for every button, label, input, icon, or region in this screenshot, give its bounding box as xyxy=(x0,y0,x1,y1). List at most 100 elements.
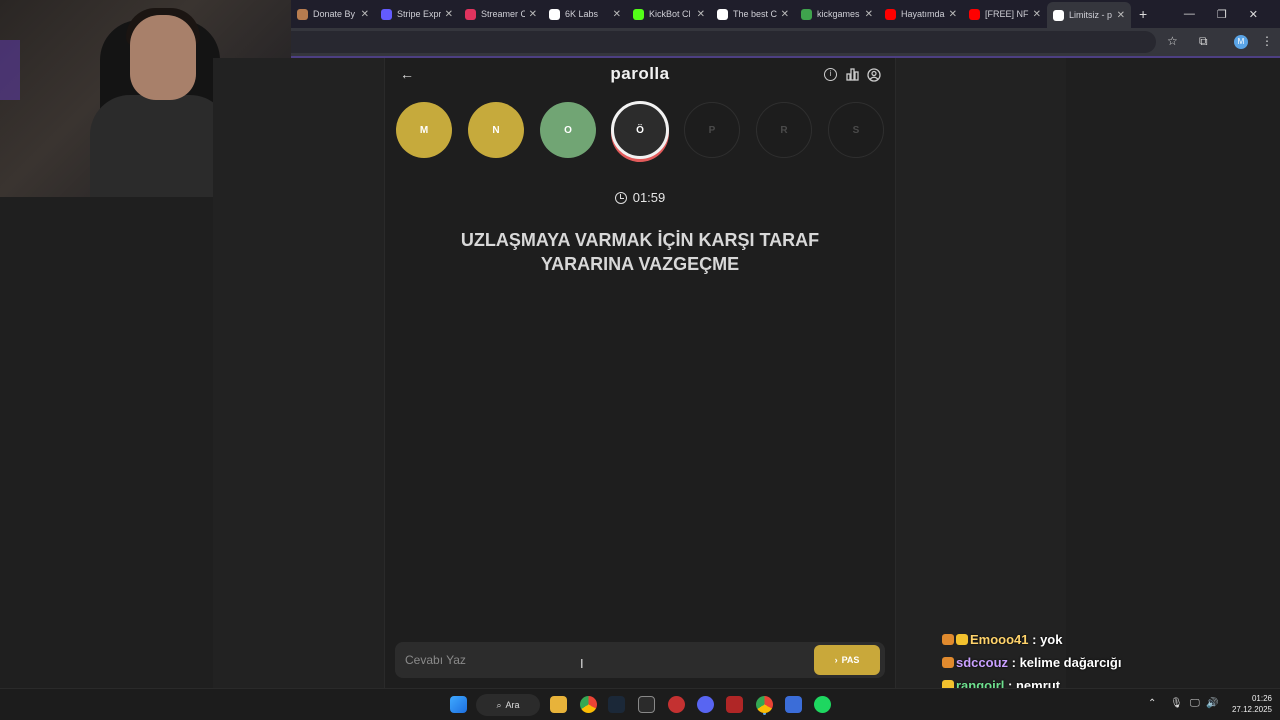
chrome-active-icon[interactable] xyxy=(756,696,773,713)
tab-title: 6K Labs xyxy=(565,9,599,19)
account-icon[interactable] xyxy=(867,68,881,82)
answer-box: › PAS xyxy=(395,642,885,678)
windows-taskbar: ⌕ Ara ⌃ 🎙 🖵 🔊 01:26 27.12.2025 xyxy=(0,688,1280,720)
chat-username: Emooo41 xyxy=(970,632,1029,647)
epic-games-icon[interactable] xyxy=(638,696,655,713)
pass-label: PAS xyxy=(841,655,860,665)
page-left-background xyxy=(0,197,213,688)
tab-close-icon[interactable]: ✕ xyxy=(1117,10,1125,21)
chat-badge-icon xyxy=(942,657,954,668)
browser-tab[interactable]: Donate By ✕ xyxy=(291,2,375,26)
tab-title: Donate By xyxy=(313,9,356,19)
restore-icon[interactable]: ❐ xyxy=(1217,8,1227,21)
chrome-icon[interactable] xyxy=(580,696,597,713)
info-icon[interactable]: i xyxy=(824,68,837,81)
file-explorer-icon[interactable] xyxy=(550,696,567,713)
tab-close-icon[interactable]: ✕ xyxy=(781,9,789,20)
app-icon[interactable] xyxy=(668,696,685,713)
chat-text: kelime dağarcığı xyxy=(1019,655,1122,670)
minimize-icon[interactable]: — xyxy=(1184,8,1195,21)
app-title: parolla xyxy=(610,64,670,83)
chat-badge-icon xyxy=(942,634,954,645)
page-right-background xyxy=(1066,58,1280,688)
discord-icon[interactable] xyxy=(697,696,714,713)
browser-toolbar: ☆ ⧉ M ⋮ xyxy=(291,28,1280,56)
tab-close-icon[interactable]: ✕ xyxy=(949,9,957,20)
browser-tab[interactable]: KickBot Cl ✕ xyxy=(627,2,711,26)
clock-icon xyxy=(614,192,627,204)
text-cursor-icon: I xyxy=(580,656,584,671)
tab-favicon-icon xyxy=(969,8,980,20)
back-arrow-icon[interactable]: ← xyxy=(400,66,414,82)
answer-input[interactable] xyxy=(395,642,805,678)
tab-title: Stripe Expr xyxy=(397,9,441,19)
screen: Donate By ✕ Stripe Expr ✕ Streamer C ✕ 6K Labs… xyxy=(0,0,1280,720)
browser-tab[interactable]: Hayatımda ✕ xyxy=(879,2,963,26)
timer-value: 01:59 xyxy=(632,190,666,205)
tab-close-icon[interactable]: ✕ xyxy=(361,9,369,20)
stats-icon[interactable] xyxy=(846,68,859,81)
start-menu-icon[interactable] xyxy=(450,696,467,713)
tab-favicon-icon xyxy=(633,8,644,20)
network-app-icon[interactable] xyxy=(785,696,802,713)
tab-close-icon[interactable]: ✕ xyxy=(445,9,453,20)
system-clock[interactable]: 01:26 27.12.2025 xyxy=(1222,693,1272,715)
search-icon: ⌕ xyxy=(496,699,502,710)
tab-close-icon[interactable]: ✕ xyxy=(865,9,873,20)
browser-tab[interactable]: Stripe Expr ✕ xyxy=(375,2,459,26)
clock-time: 01:26 xyxy=(1251,694,1272,703)
volume-icon[interactable]: 🔊 xyxy=(1206,698,1218,709)
tab-favicon-icon xyxy=(717,8,728,20)
question-text: UZLAŞMAYA VARMAK İÇİN KARŞI TARAF YARARI… xyxy=(460,230,820,274)
tab-title: The best C xyxy=(733,9,777,19)
extensions-icon[interactable]: ⧉ xyxy=(1199,34,1208,49)
letter-wheel: MNOÖPRS xyxy=(396,101,886,162)
close-window-icon[interactable]: ✕ xyxy=(1249,8,1258,21)
address-bar[interactable] xyxy=(291,31,1156,53)
chat-separator: : xyxy=(1028,632,1041,647)
video-editor-icon[interactable] xyxy=(726,696,743,713)
tab-close-icon[interactable]: ✕ xyxy=(1033,9,1041,20)
timer: 01:59 xyxy=(540,190,740,205)
browser-tab-strip: Donate By ✕ Stripe Expr ✕ Streamer C ✕ 6K Labs… xyxy=(291,0,1280,28)
tab-favicon-icon xyxy=(1053,9,1064,21)
tray-chevron-icon[interactable]: ⌃ xyxy=(1148,698,1156,709)
tab-favicon-icon xyxy=(297,8,308,20)
tab-title: Limitsiz - p xyxy=(1069,10,1113,20)
new-tab-button[interactable]: + xyxy=(1139,6,1147,22)
steam-icon[interactable] xyxy=(608,696,625,713)
tab-close-icon[interactable]: ✕ xyxy=(613,9,621,20)
taskbar-search[interactable]: ⌕ Ara xyxy=(476,694,540,716)
tab-favicon-icon xyxy=(801,8,812,20)
browser-tab[interactable]: Streamer C ✕ xyxy=(459,2,543,26)
bookmark-star-icon[interactable]: ☆ xyxy=(1167,34,1178,48)
browser-tab[interactable]: The best C ✕ xyxy=(711,2,795,26)
tab-favicon-icon xyxy=(885,8,896,20)
chevron-right-icon: › xyxy=(834,655,838,665)
menu-icon[interactable]: ⋮ xyxy=(1261,34,1273,48)
taskbar-search-label: Ara xyxy=(505,700,520,710)
letter-correct: M xyxy=(396,102,452,158)
tab-favicon-icon xyxy=(381,8,392,20)
letter-pending: S xyxy=(828,102,884,158)
tab-favicon-icon xyxy=(549,8,560,20)
letter-green: O xyxy=(540,102,596,158)
profile-avatar[interactable]: M xyxy=(1234,35,1248,49)
chat-separator: : xyxy=(1008,655,1020,670)
microphone-icon[interactable]: 🎙 xyxy=(1170,698,1183,709)
spotify-icon[interactable] xyxy=(814,696,831,713)
browser-tab[interactable]: kickgames ✕ xyxy=(795,2,879,26)
browser-tab[interactable]: 6K Labs ✕ xyxy=(543,2,627,26)
letter-pending: R xyxy=(756,102,812,158)
network-icon[interactable]: 🖵 xyxy=(1190,698,1200,709)
letter-correct: N xyxy=(468,102,524,158)
pass-button[interactable]: › PAS xyxy=(814,645,880,675)
chat-username: sdccouz xyxy=(956,655,1009,670)
browser-tab[interactable]: [FREE] NF ✕ xyxy=(963,2,1047,26)
tab-close-icon[interactable]: ✕ xyxy=(697,9,705,20)
browser-tab[interactable]: Limitsiz - p ✕ xyxy=(1047,2,1131,28)
crown-badge-icon xyxy=(956,634,968,645)
tab-close-icon[interactable]: ✕ xyxy=(529,9,537,20)
tab-title: [FREE] NF xyxy=(985,9,1029,19)
chat-message: Emooo41 : yok xyxy=(942,630,1280,653)
